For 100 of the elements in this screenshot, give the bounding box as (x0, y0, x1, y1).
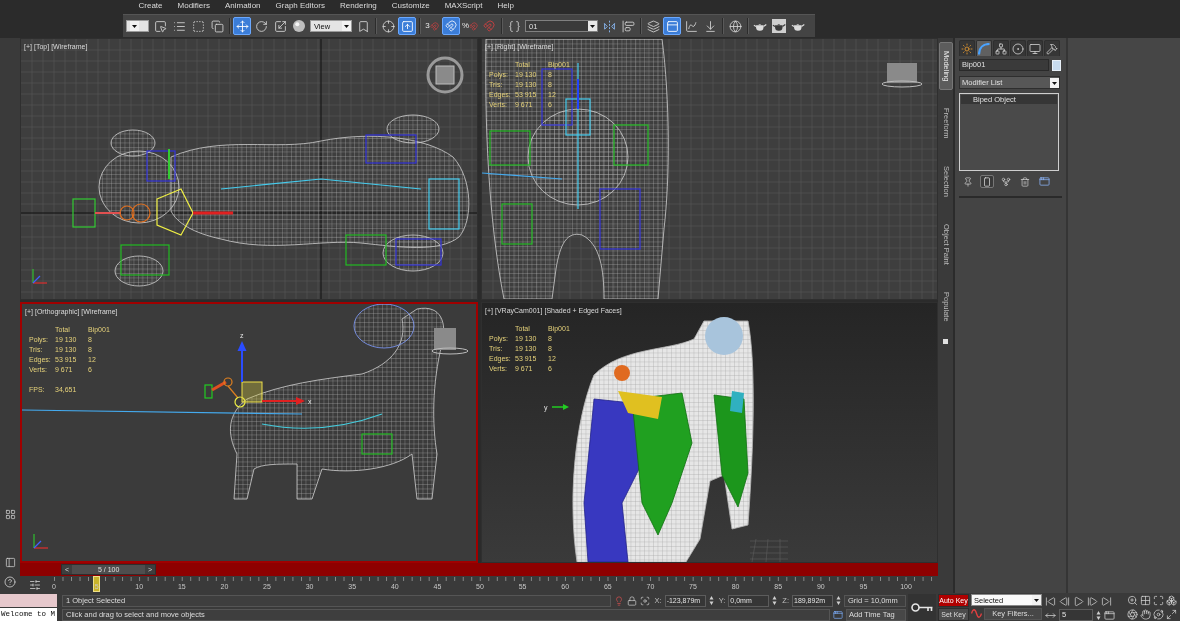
menu-item[interactable]: Rendering (332, 1, 385, 11)
view-cube-icon[interactable] (431, 328, 469, 355)
color-swatch-icon[interactable] (1052, 59, 1061, 71)
menu-item[interactable]: Help (489, 1, 522, 11)
gizmo-plane-handle[interactable] (241, 381, 263, 403)
magnet-icon (469, 21, 478, 31)
command-panel-tab[interactable] (1044, 40, 1060, 56)
help-icon[interactable] (4, 576, 16, 588)
globe-icon (728, 19, 742, 33)
sliders-icon[interactable] (29, 578, 41, 591)
toolbar-button[interactable] (770, 17, 788, 35)
axis-tripod-icon (33, 533, 49, 549)
zoom-icon[interactable] (1127, 595, 1138, 606)
window-icon[interactable] (833, 609, 843, 620)
magnet-icon (483, 20, 495, 32)
ring-icon (1012, 42, 1024, 55)
align-icon (621, 19, 635, 33)
bookmark-icon (356, 19, 370, 33)
trash-icon (1020, 176, 1030, 187)
arc-icon (978, 42, 990, 55)
panel-icon[interactable] (4, 557, 16, 568)
step-forward-icon[interactable] (1087, 595, 1098, 607)
skip-back-icon[interactable] (1045, 595, 1056, 607)
caret-icon (130, 21, 139, 31)
step-back-icon[interactable] (1059, 595, 1070, 607)
toolbar-button[interactable]: 3 (423, 17, 441, 35)
play-icon[interactable] (1073, 595, 1084, 607)
caret-icon (342, 21, 351, 31)
boxes-icon[interactable] (1166, 595, 1177, 606)
menu-item[interactable]: Customize (384, 1, 438, 11)
caret-icon (1032, 595, 1041, 605)
command-panel-tab[interactable] (976, 40, 992, 56)
menu-item[interactable]: Modifiers (170, 1, 218, 11)
toolbar-button[interactable]: % (461, 17, 479, 35)
layers-icon (646, 19, 660, 33)
sine-curve-icon[interactable] (971, 608, 982, 619)
toolbar-button[interactable] (726, 17, 744, 35)
rotate-arrow-icon (254, 19, 268, 33)
command-panel-tab[interactable] (1010, 40, 1026, 56)
toolbar-button[interactable] (379, 17, 397, 35)
axis-tripod-icon (32, 268, 48, 284)
magnet-icon (445, 20, 457, 32)
toolbar-button[interactable] (290, 17, 308, 35)
stack-button[interactable] (1018, 175, 1032, 188)
grid-icon[interactable] (1140, 595, 1151, 606)
frame-corners-icon[interactable] (1153, 595, 1164, 606)
bar-icon (982, 176, 992, 187)
magnet-icon (429, 21, 439, 31)
menu-item[interactable]: Graph Editors (268, 1, 333, 11)
window-icon (665, 19, 679, 33)
filter-dropdown[interactable] (126, 20, 149, 32)
caret-icon (1050, 77, 1059, 88)
window-icon[interactable] (1104, 609, 1115, 621)
lock-icon[interactable] (626, 595, 637, 606)
spinner-arrows-icon[interactable] (708, 595, 714, 606)
menu-item[interactable]: MAXScript (437, 1, 490, 11)
layout-grid-icon[interactable] (4, 509, 16, 520)
orbit-icon[interactable] (1153, 609, 1164, 620)
sphere-icon (293, 20, 305, 32)
z-axis-arrow[interactable] (237, 341, 247, 383)
view-cube-icon[interactable] (426, 56, 464, 94)
command-panel-tab[interactable] (993, 40, 1009, 56)
monitor-icon (1029, 42, 1041, 55)
aperture-icon[interactable] (1127, 609, 1138, 620)
spinner-arrows-icon[interactable] (1096, 609, 1101, 621)
command-panel-tab[interactable] (959, 40, 975, 56)
scale-icon (273, 19, 287, 33)
spinner-arrows-icon[interactable] (836, 595, 841, 606)
skip-forward-icon[interactable] (1101, 595, 1112, 607)
key-icon[interactable] (911, 602, 933, 613)
current-frame-marker[interactable] (93, 576, 101, 592)
hammer-icon (1046, 42, 1058, 55)
menu-item[interactable]: Animation (217, 1, 269, 11)
pin-icon (963, 176, 973, 187)
stack-button[interactable] (999, 175, 1013, 188)
spinner-arrows-icon[interactable] (772, 595, 778, 606)
hand-icon[interactable] (1140, 609, 1151, 620)
framed-teapot-icon (772, 19, 786, 33)
toolbar-button[interactable] (644, 17, 662, 35)
stack-button[interactable] (1037, 175, 1051, 188)
toolbar-button[interactable] (208, 17, 226, 35)
menu-item[interactable]: Create (131, 1, 170, 11)
sun-icon (961, 42, 973, 55)
square-arrow-up-icon (400, 19, 414, 33)
arrow-down-line-icon (703, 19, 717, 33)
braces-icon (507, 19, 521, 33)
view-cube-icon[interactable] (881, 63, 923, 88)
hierarchy-icon (995, 42, 1007, 55)
stack-button[interactable] (961, 175, 975, 188)
x-axis-arrow[interactable] (261, 397, 305, 405)
curve-chart-icon (684, 19, 698, 33)
overlapping-squares-icon (210, 19, 224, 33)
y-axis-arrow[interactable] (551, 404, 569, 410)
command-panel-tab[interactable] (1027, 40, 1043, 56)
focus-icon[interactable] (639, 595, 650, 606)
caret-icon (588, 21, 597, 31)
diagonal-arrows-icon[interactable] (1166, 609, 1177, 620)
stack-button[interactable] (980, 175, 994, 188)
script-input-field[interactable] (0, 594, 57, 607)
move-arrows-icon (235, 19, 249, 33)
